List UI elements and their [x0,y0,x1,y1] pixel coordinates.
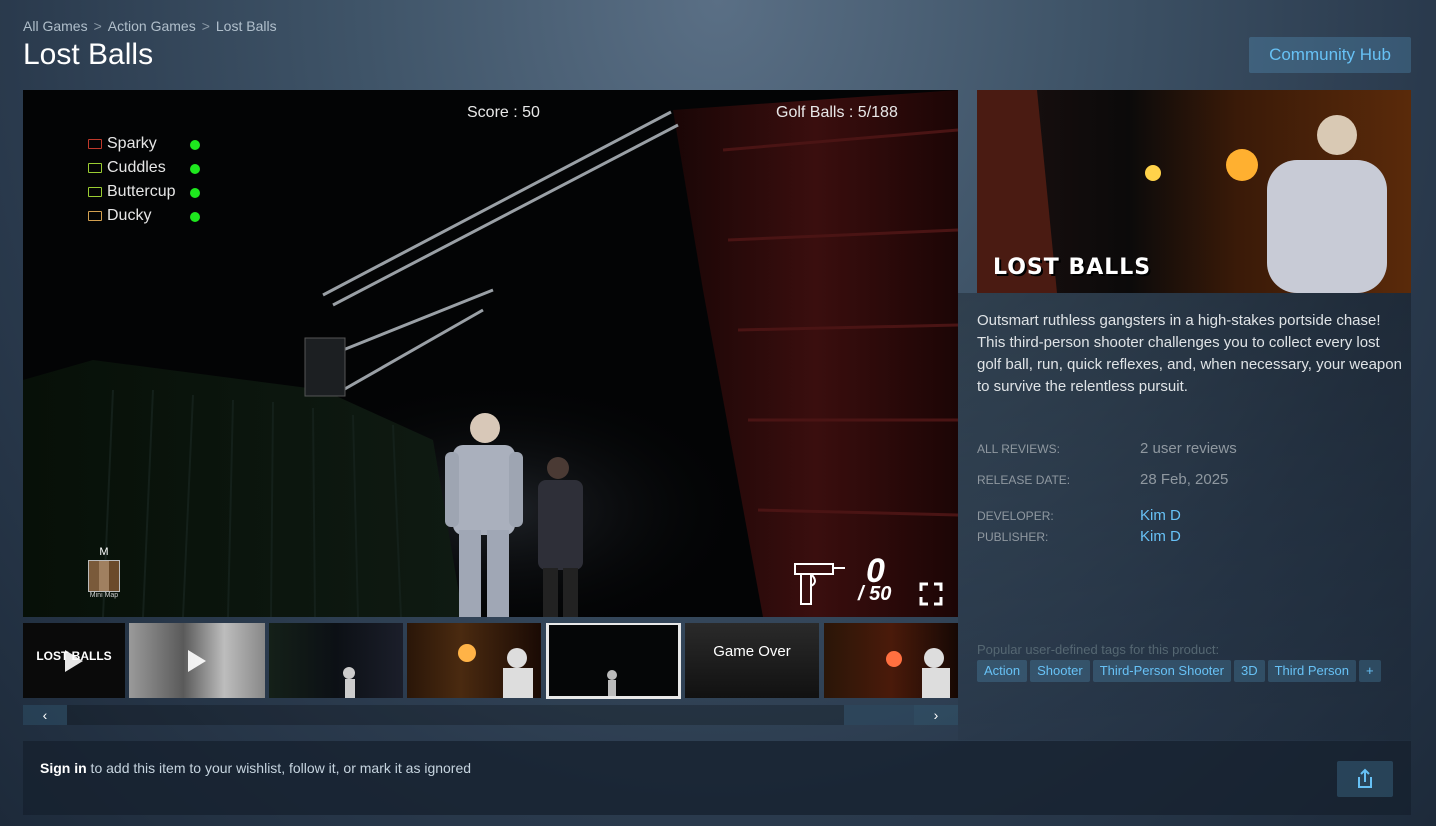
thumbnail-image[interactable]: Game Over [685,623,819,698]
play-icon [65,649,83,672]
hud-player-row: Ducky [88,206,208,230]
capsule-logo-text: LOST BALLS [993,255,1152,280]
tag-third-person-shooter[interactable]: Third-Person Shooter [1092,660,1231,682]
thumbnail-video[interactable] [129,623,265,698]
info-label: ALL REVIEWS: [977,442,1060,456]
store-page: All Games > Action Games > Lost Balls Lost B… [0,0,1436,826]
info-label: DEVELOPER: [977,509,1054,523]
all-reviews-value: 2 user reviews [1140,440,1237,457]
breadcrumb-separator: > [93,18,102,34]
gun-icon [88,138,102,149]
hud-player-row: Sparky [88,134,208,158]
info-developer: DEVELOPER: Kim D [977,507,1397,527]
share-button[interactable] [1337,761,1393,797]
thumbnail-label: Game Over [713,643,791,660]
minimap: M Mini Map [86,546,122,599]
ammo-max: / 50 [858,583,892,605]
breadcrumb-separator: > [201,18,210,34]
tag-3d[interactable]: 3D [1233,660,1265,682]
status-dot-icon [190,164,200,174]
developer-link[interactable]: Kim D [1140,507,1181,524]
thumbnail-image[interactable] [269,623,403,698]
release-date-value: 28 Feb, 2025 [1140,471,1229,488]
chevron-left-icon: ‹ [42,707,48,723]
gun-icon [88,186,102,197]
ammo-counter: 0 / 50 [858,552,891,606]
hud-player-list: Sparky Cuddles Buttercup Ducky [88,134,208,230]
minimap-icon [88,560,120,592]
play-icon [188,649,206,672]
status-dot-icon [190,140,200,150]
share-icon [1358,768,1372,788]
signin-bar: Sign in to add this item to your wishlis… [23,741,1411,815]
breadcrumb-all-games[interactable]: All Games [23,18,88,34]
tags-label: Popular user-defined tags for this produ… [977,642,1220,657]
info-release-date: RELEASE DATE: 28 Feb, 2025 [977,471,1397,491]
tag-list: Action Shooter Third-Person Shooter 3D T… [977,660,1384,682]
status-dot-icon [190,188,200,198]
media-player[interactable]: Score : 50 Golf Balls : 5/188 Sparky Cud… [23,90,958,617]
breadcrumb: All Games > Action Games > Lost Balls [23,18,277,34]
tag-third-person[interactable]: Third Person [1267,660,1357,682]
hud-player-name: Cuddles [107,159,166,176]
signin-message: Sign in to add this item to your wishlis… [40,760,471,776]
hud-score: Score : 50 [467,104,540,121]
community-hub-button[interactable]: Community Hub [1249,37,1411,73]
thumbnail-image[interactable] [407,623,541,698]
gun-icon [88,162,102,173]
game-description: Outsmart ruthless gangsters in a high-st… [977,312,1402,395]
thumbnail-scrollbar[interactable]: ‹ › [23,705,958,725]
thumbnail-image-selected[interactable] [546,623,681,699]
scroll-right-button[interactable]: › [914,705,958,725]
weapon-icon [794,563,845,605]
page-title: Lost Balls [23,38,154,71]
fullscreen-icon[interactable] [919,582,943,606]
status-dot-icon [190,212,200,222]
signin-link[interactable]: Sign in [40,760,87,776]
add-tag-button[interactable]: + [1359,660,1381,682]
info-label: PUBLISHER: [977,530,1049,544]
hud-golf-balls: Golf Balls : 5/188 [776,104,898,121]
hud-player-row: Buttercup [88,182,208,206]
tag-action[interactable]: Action [977,660,1028,682]
header-capsule-image: LOST BALLS [977,90,1411,293]
thumbnail-video[interactable]: LOST BALLS [23,623,125,698]
thumbnail-strip: LOST BALLS Game Over [23,623,958,699]
minimap-key: M [99,546,109,558]
hud-player-name: Ducky [107,207,152,224]
hud-player-name: Buttercup [107,183,176,200]
signin-text: to add this item to your wishlist, follo… [86,760,472,776]
info-all-reviews: ALL REVIEWS: 2 user reviews [977,440,1397,460]
gun-icon [88,210,102,221]
hud-player-row: Cuddles [88,158,208,182]
info-publisher: PUBLISHER: Kim D [977,528,1397,548]
info-label: RELEASE DATE: [977,473,1071,487]
scrollbar-handle[interactable] [844,705,914,725]
thumbnail-image[interactable] [824,623,958,698]
chevron-right-icon: › [933,707,939,723]
minimap-caption: Mini Map [89,592,119,599]
tag-shooter[interactable]: Shooter [1030,660,1090,682]
publisher-link[interactable]: Kim D [1140,528,1181,545]
scroll-left-button[interactable]: ‹ [23,705,67,725]
breadcrumb-action-games[interactable]: Action Games [108,18,196,34]
hud-player-name: Sparky [107,135,157,152]
breadcrumb-current-game[interactable]: Lost Balls [216,18,277,34]
